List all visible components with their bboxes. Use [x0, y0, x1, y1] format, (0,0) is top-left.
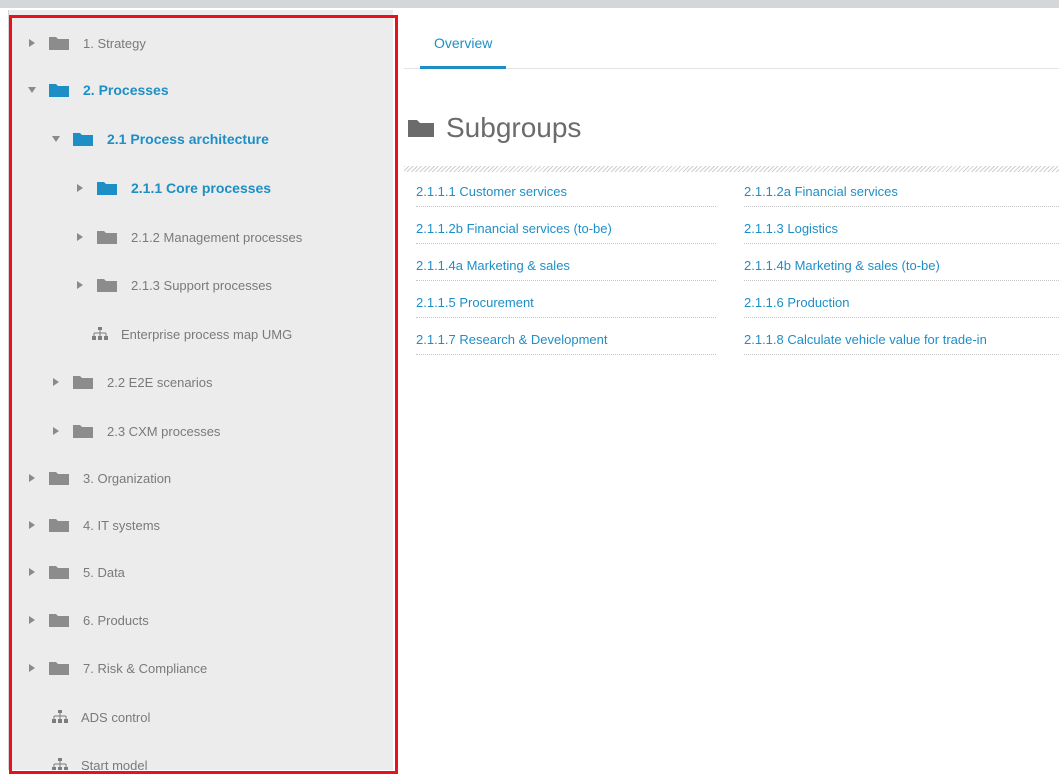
tree-item-data[interactable]: 5. Data [25, 558, 125, 586]
tree-item-label: 3. Organization [83, 470, 172, 486]
tab-overview[interactable]: Overview [420, 20, 507, 69]
caret-down-icon[interactable] [25, 86, 39, 94]
folder-icon [97, 181, 117, 195]
tree-item-label: 5. Data [83, 564, 125, 580]
window-top-edge [0, 0, 1059, 8]
tree-item-label: ADS control [81, 709, 151, 725]
caret-right-icon[interactable] [25, 473, 39, 483]
subgroup-link[interactable]: 2.1.1.5 Procurement [416, 287, 716, 318]
tree-item-management-processes[interactable]: 2.1.2 Management processes [73, 223, 302, 251]
tree-item-process-architecture[interactable]: 2.1 Process architecture [49, 125, 269, 153]
folder-icon [73, 424, 93, 438]
hierarchy-icon [91, 327, 109, 341]
tree-item-ads-control[interactable]: ADS control [51, 703, 150, 731]
tree-item-products[interactable]: 6. Products [25, 606, 149, 634]
tree-item-core-processes[interactable]: 2.1.1 Core processes [73, 174, 271, 202]
caret-right-icon[interactable] [25, 567, 39, 577]
section-heading-label: Subgroups [446, 112, 582, 143]
tree-item-start-model[interactable]: Start model [51, 751, 147, 770]
tree-item-strategy[interactable]: 1. Strategy [25, 29, 146, 57]
subgroup-link[interactable]: 2.1.1.4b Marketing & sales (to-be) [744, 250, 1059, 281]
tree-item-label: Enterprise process map UMG [121, 326, 293, 342]
caret-right-icon[interactable] [73, 280, 87, 290]
tree-item-organization[interactable]: 3. Organization [25, 464, 171, 492]
tree-item-label: 2.1.3 Support processes [131, 277, 272, 293]
folder-icon [49, 83, 69, 97]
navigation-tree[interactable]: 1. Strategy 2. Processes 2.1 Process arc… [8, 10, 393, 770]
folder-icon [73, 375, 93, 389]
subgroup-link[interactable]: 2.1.1.3 Logistics [744, 213, 1059, 244]
subgroup-link[interactable]: 2.1.1.7 Research & Development [416, 324, 716, 355]
hierarchy-icon [51, 710, 69, 724]
folder-icon [49, 613, 69, 627]
subgroup-link[interactable]: 2.1.1.2b Financial services (to-be) [416, 213, 716, 244]
folder-icon [49, 661, 69, 675]
folder-icon [49, 518, 69, 532]
caret-right-icon[interactable] [25, 615, 39, 625]
tree-item-e2e-scenarios[interactable]: 2.2 E2E scenarios [49, 368, 213, 396]
folder-icon [73, 132, 93, 146]
subgroup-link[interactable]: 2.1.1.1 Customer services [416, 176, 716, 207]
subgroup-link[interactable]: 2.1.1.4a Marketing & sales [416, 250, 716, 281]
folder-icon [49, 36, 69, 50]
tree-item-label: 2.3 CXM processes [107, 423, 221, 439]
subgroup-link[interactable]: 2.1.1.6 Production [744, 287, 1059, 318]
folder-icon [97, 278, 117, 292]
subgroup-link[interactable]: 2.1.1.2a Financial services [744, 176, 1059, 207]
tree-item-cxm-processes[interactable]: 2.3 CXM processes [49, 417, 220, 445]
tree-item-label: 4. IT systems [83, 517, 161, 533]
folder-icon [97, 230, 117, 244]
folder-icon [49, 471, 69, 485]
tree-item-risk-compliance[interactable]: 7. Risk & Compliance [25, 654, 207, 682]
tree-item-label: 1. Strategy [83, 35, 146, 51]
folder-icon [49, 565, 69, 579]
caret-right-icon[interactable] [25, 38, 39, 48]
tree-item-label: 2.2 E2E scenarios [107, 374, 213, 390]
section-separator [404, 166, 1059, 172]
tab-bar: Overview [404, 10, 1059, 69]
tree-item-label: 2. Processes [83, 82, 169, 98]
caret-right-icon[interactable] [25, 663, 39, 673]
caret-down-icon[interactable] [49, 135, 63, 143]
subgroup-link[interactable]: 2.1.1.8 Calculate vehicle value for trad… [744, 324, 1059, 355]
tree-item-label: 6. Products [83, 612, 149, 628]
caret-right-icon[interactable] [49, 377, 63, 387]
folder-icon [408, 119, 434, 137]
tree-item-label: 2.1 Process architecture [107, 131, 269, 147]
tree-item-it-systems[interactable]: 4. IT systems [25, 511, 160, 539]
tree-item-label: 2.1.2 Management processes [131, 229, 303, 245]
tree-item-label: 2.1.1 Core processes [131, 180, 272, 196]
tree-item-label: 7. Risk & Compliance [83, 660, 208, 676]
section-heading: Subgroups [408, 112, 581, 144]
hierarchy-icon [51, 758, 69, 770]
caret-right-icon[interactable] [73, 232, 87, 242]
main-content: Overview Subgroups 2.1.1.1 Customer serv… [404, 10, 1059, 778]
caret-right-icon[interactable] [49, 426, 63, 436]
caret-right-icon[interactable] [25, 520, 39, 530]
tree-item-support-processes[interactable]: 2.1.3 Support processes [73, 271, 272, 299]
tree-item-processes[interactable]: 2. Processes [25, 76, 169, 104]
tree-item-label: Start model [81, 757, 148, 771]
caret-right-icon[interactable] [73, 183, 87, 193]
tree-item-enterprise-process-map[interactable]: Enterprise process map UMG [91, 320, 292, 348]
